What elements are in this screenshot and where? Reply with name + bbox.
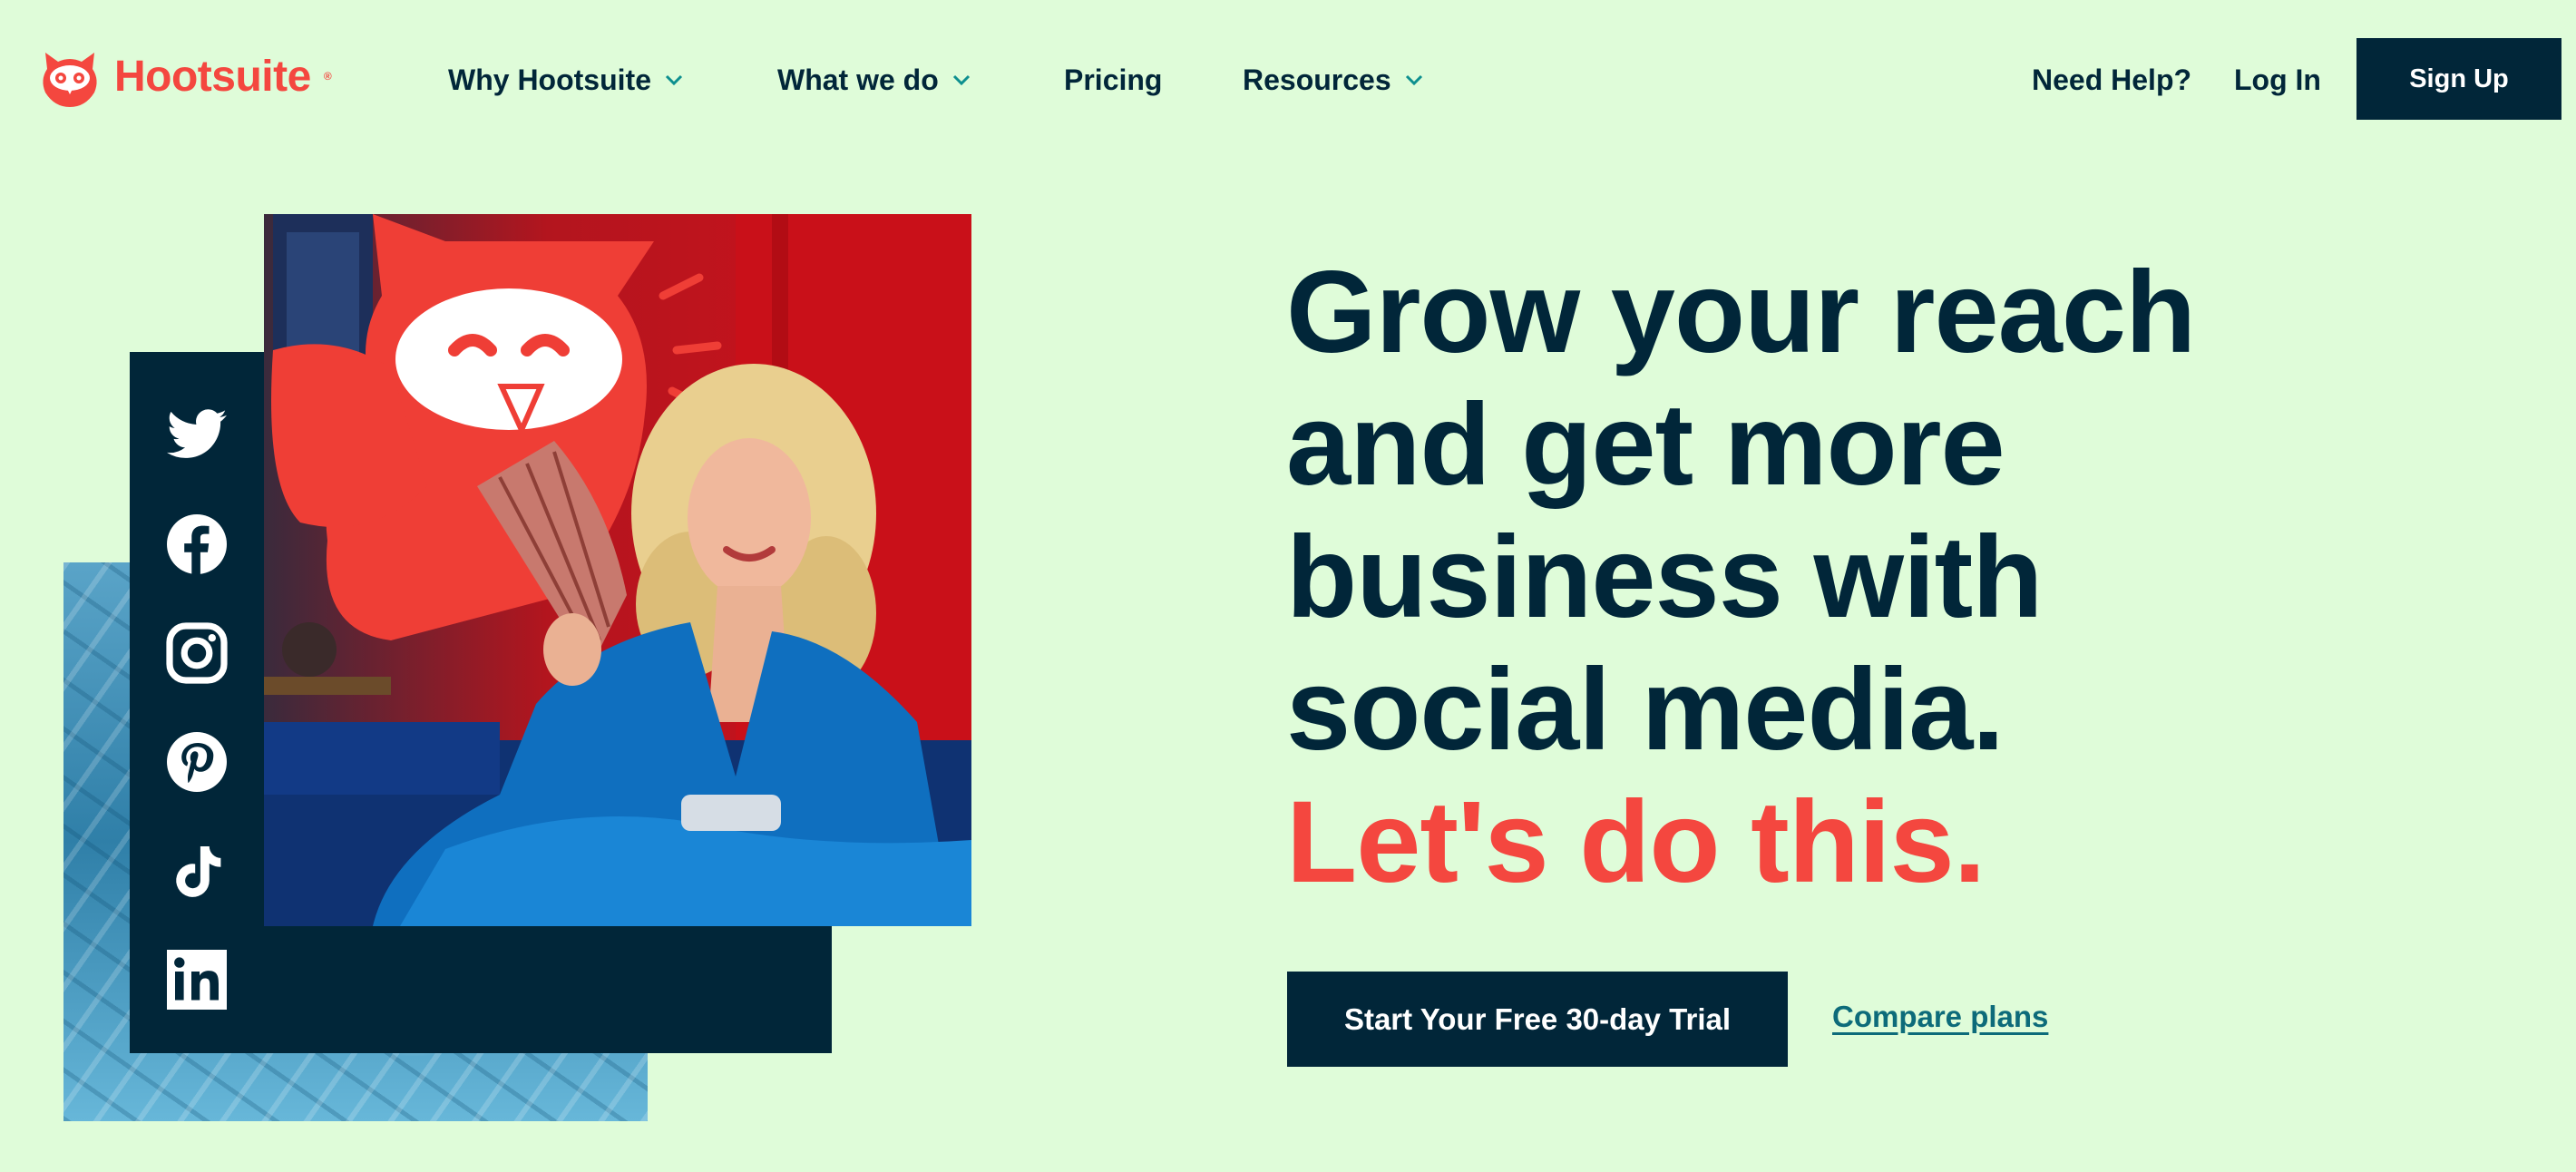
nav-resources-label: Resources xyxy=(1243,63,1391,96)
nav-pricing[interactable]: Pricing xyxy=(1064,54,1162,105)
signup-button[interactable]: Sign Up xyxy=(2356,38,2561,120)
nav-why-hootsuite-label: Why Hootsuite xyxy=(448,63,651,96)
nav-what-we-do-label: What we do xyxy=(777,63,939,96)
chevron-down-icon xyxy=(1405,74,1422,86)
twitter-icon xyxy=(167,409,227,458)
tiktok-icon xyxy=(176,846,221,897)
headline-line-4: social media. xyxy=(1286,645,2005,775)
brand-name: Hootsuite xyxy=(114,52,311,101)
login-link[interactable]: Log In xyxy=(2234,54,2321,105)
headline-line-1: Grow your reach xyxy=(1286,248,2196,377)
hero-headline: Grow your reach and get more business wi… xyxy=(1286,247,2429,909)
pinterest-icon xyxy=(167,732,227,792)
trademark-symbol: ® xyxy=(323,70,332,83)
linkedin-icon xyxy=(167,950,227,1010)
facebook-icon xyxy=(167,514,227,574)
compare-plans-link[interactable]: Compare plans xyxy=(1832,1000,2048,1040)
chevron-down-icon xyxy=(952,74,970,86)
nav-why-hootsuite[interactable]: Why Hootsuite xyxy=(448,54,684,105)
headline-accent: Let's do this. xyxy=(1286,777,1986,907)
chevron-down-icon xyxy=(665,74,683,86)
hootsuite-logo[interactable]: Hootsuite ® xyxy=(38,44,332,109)
need-help-link[interactable]: Need Help? xyxy=(2032,54,2191,105)
social-icon-column xyxy=(130,352,264,1053)
owl-logo-icon xyxy=(43,53,97,107)
instagram-icon xyxy=(166,622,228,684)
start-free-trial-button[interactable]: Start Your Free 30-day Trial xyxy=(1287,972,1788,1067)
hero-photo xyxy=(264,214,971,926)
nav-pricing-label: Pricing xyxy=(1064,63,1163,96)
nav-resources[interactable]: Resources xyxy=(1243,54,1424,105)
top-navigation: Hootsuite ® Why Hootsuite What we do Pric… xyxy=(0,0,2576,160)
nav-what-we-do[interactable]: What we do xyxy=(777,54,971,105)
headline-line-3: business with xyxy=(1286,513,2043,642)
headline-line-2: and get more xyxy=(1286,380,2005,510)
hero-illustration xyxy=(264,214,971,926)
